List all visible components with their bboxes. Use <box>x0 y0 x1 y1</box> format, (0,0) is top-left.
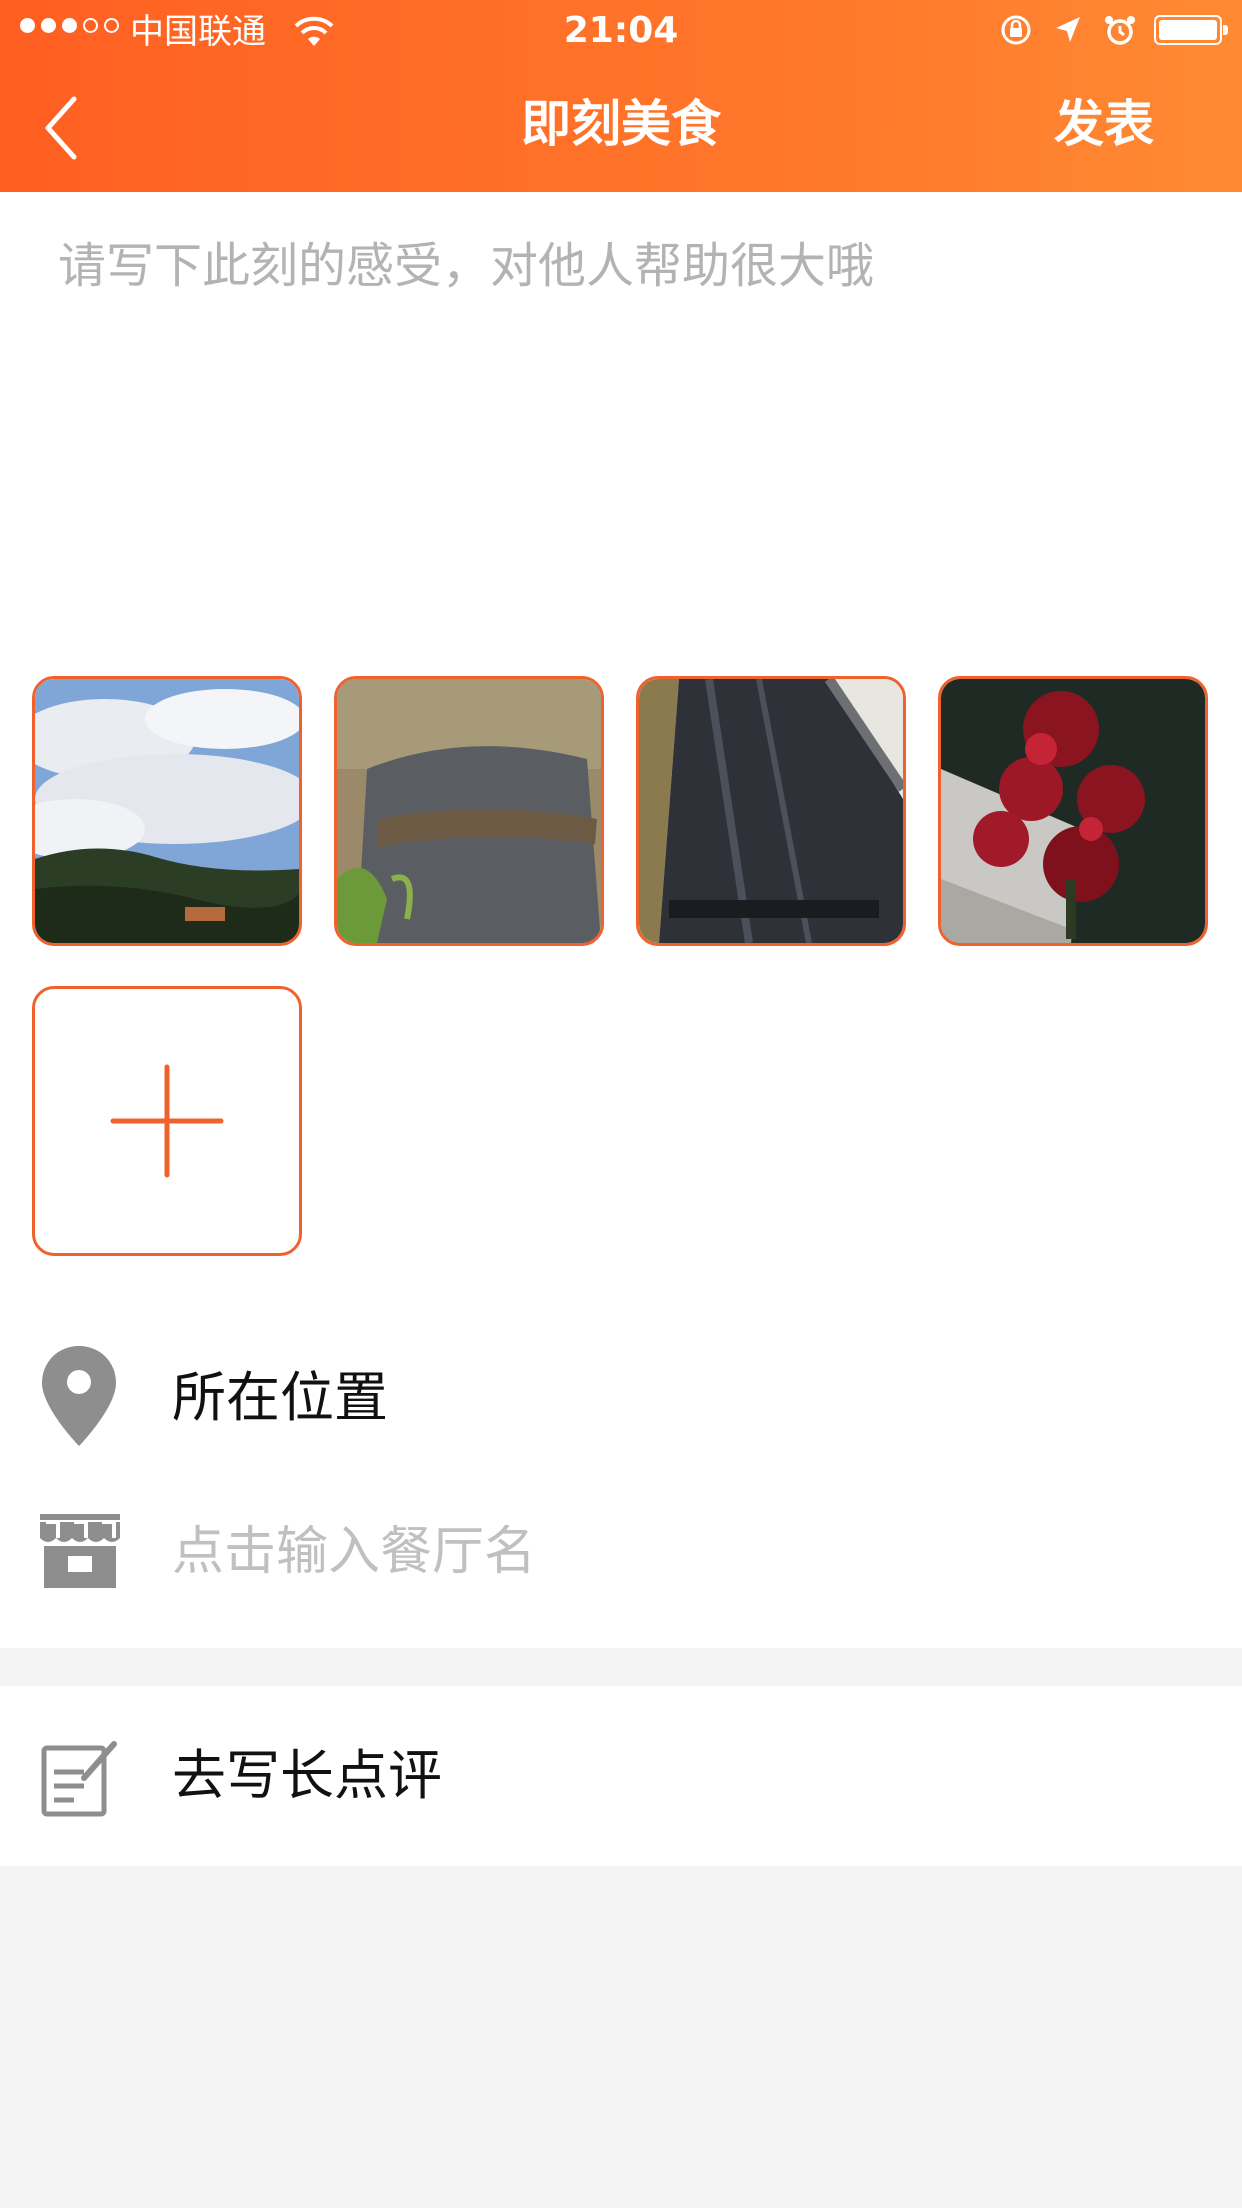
compose-panel: 请写下此刻的感受，对他人帮助很大哦 所在位置 点击输入餐厅名 <box>0 192 1242 1648</box>
photo-thumbnail-2[interactable] <box>334 676 604 946</box>
status-bar: 中国联通 21:04 <box>0 0 1242 60</box>
location-row[interactable]: 所在位置 <box>0 1322 1242 1472</box>
photo-sky-mountains <box>35 679 299 943</box>
battery-icon <box>1154 15 1228 45</box>
long-review-row[interactable]: 去写长点评 <box>0 1686 1242 1866</box>
photo-rock-branch <box>337 679 601 943</box>
review-text-input[interactable]: 请写下此刻的感受，对他人帮助很大哦 <box>58 232 1188 652</box>
location-label: 所在位置 <box>172 1366 388 1429</box>
photo-thumbnail-1[interactable] <box>32 676 302 946</box>
publish-button[interactable]: 发表 <box>1054 92 1154 156</box>
photo-water-channel <box>639 679 903 943</box>
status-icons <box>998 12 1228 48</box>
restaurant-row[interactable]: 点击输入餐厅名 <box>0 1482 1242 1632</box>
alarm-icon <box>1105 16 1135 45</box>
long-review-label: 去写长点评 <box>172 1744 442 1807</box>
restaurant-name-input[interactable]: 点击输入餐厅名 <box>172 1520 536 1584</box>
location-pin-icon <box>42 1346 116 1446</box>
photo-red-flowers <box>941 679 1205 943</box>
header: 中国联通 21:04 即刻美食 发表 <box>0 0 1242 192</box>
battery-level <box>1159 20 1217 40</box>
edit-note-icon <box>41 1741 117 1817</box>
rotation-lock-icon <box>1001 15 1031 45</box>
location-arrow-icon <box>1056 17 1080 42</box>
photo-thumbnail-4[interactable] <box>938 676 1208 946</box>
plus-icon <box>110 1064 224 1178</box>
storefront-icon <box>40 1514 120 1588</box>
add-photo-button[interactable] <box>32 986 302 1256</box>
photo-thumbnail-3[interactable] <box>636 676 906 946</box>
nav-bar: 即刻美食 发表 <box>0 60 1242 192</box>
